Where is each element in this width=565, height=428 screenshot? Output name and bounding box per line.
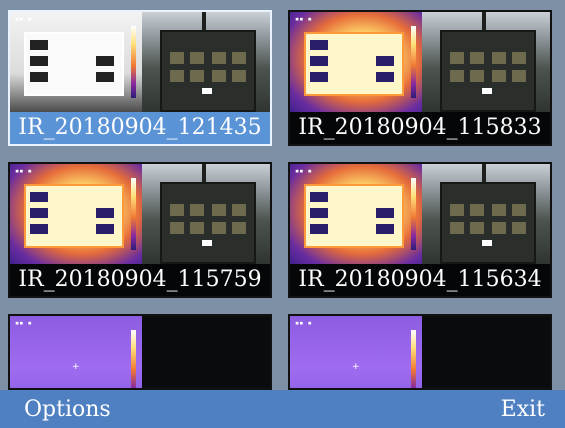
color-scale-bar [411,330,416,388]
thumbnail-images: ▪▪ ▪ + [10,316,270,388]
rig-mast [482,12,486,32]
rig-panel [160,182,256,264]
thumbnail-tile[interactable]: ▪▪ ▪ [288,162,552,298]
crosshair-icon: + [72,362,80,372]
thumbnail-tile[interactable]: ▪▪ ▪ [288,10,552,146]
visual-image-thumbnail [422,164,550,266]
thermal-panel [24,32,124,96]
exit-button[interactable]: Exit [501,393,545,427]
thumbnail-tile[interactable]: ▪▪ ▪ + [288,314,552,390]
rig-panel [160,30,256,112]
crosshair-icon: + [352,362,360,372]
file-name-label: IR_20180904_115759 [10,264,270,296]
rig-mast [202,12,206,32]
color-scale-bar [411,178,416,250]
color-scale-bar [131,330,136,388]
thumbnail-images: ▪▪ ▪ [290,12,550,114]
thermal-image-thumbnail: ▪▪ ▪ [10,12,142,114]
thermal-panel [304,32,404,96]
rig-mast [482,164,486,184]
file-name-label: IR_20180904_115833 [290,112,550,144]
temp-readout-icon: ▪▪ ▪ [295,319,312,327]
temp-readout-icon: ▪▪ ▪ [15,167,32,175]
thermal-image-thumbnail: ▪▪ ▪ [10,164,142,266]
visual-image-thumbnail [142,164,270,266]
visual-image-thumbnail [142,12,270,114]
visual-image-thumbnail [422,12,550,114]
thumbnail-tile[interactable]: ▪▪ ▪ [8,162,272,298]
temp-readout-icon: ▪▪ ▪ [295,167,312,175]
file-name-label: IR_20180904_121435 [10,112,270,144]
thermal-image-thumbnail: ▪▪ ▪ [290,12,422,114]
file-name-label: IR_20180904_115634 [290,264,550,296]
thermal-panel [24,184,124,248]
gallery-screen: ▪▪ ▪ IR_20180904_121435 ▪▪ ▪ IR_20180904… [0,0,565,428]
thumbnail-grid: ▪▪ ▪ IR_20180904_121435 ▪▪ ▪ IR_20180904… [8,10,556,390]
options-button[interactable]: Options [24,393,111,427]
softkey-bar: Options Exit [0,390,565,428]
thumbnail-images: ▪▪ ▪ [290,164,550,266]
color-scale-bar [131,178,136,250]
thermal-panel [304,184,404,248]
thumbnail-tile[interactable]: ▪▪ ▪ + [8,314,272,390]
thumbnail-images: ▪▪ ▪ [10,164,270,266]
thermal-image-thumbnail: ▪▪ ▪ + [10,316,142,388]
rig-panel [440,182,536,264]
thermal-image-thumbnail: ▪▪ ▪ + [290,316,422,388]
thumbnail-images: ▪▪ ▪ [10,12,270,114]
thumbnail-images: ▪▪ ▪ + [290,316,550,388]
temp-readout-icon: ▪▪ ▪ [15,15,32,23]
thermal-image-thumbnail: ▪▪ ▪ [290,164,422,266]
color-scale-bar [411,26,416,98]
rig-panel [440,30,536,112]
visual-image-thumbnail [142,316,270,388]
temp-readout-icon: ▪▪ ▪ [295,15,312,23]
rig-mast [202,164,206,184]
temp-readout-icon: ▪▪ ▪ [15,319,32,327]
visual-image-thumbnail [422,316,550,388]
color-scale-bar [131,26,136,98]
thumbnail-tile[interactable]: ▪▪ ▪ [8,10,272,146]
